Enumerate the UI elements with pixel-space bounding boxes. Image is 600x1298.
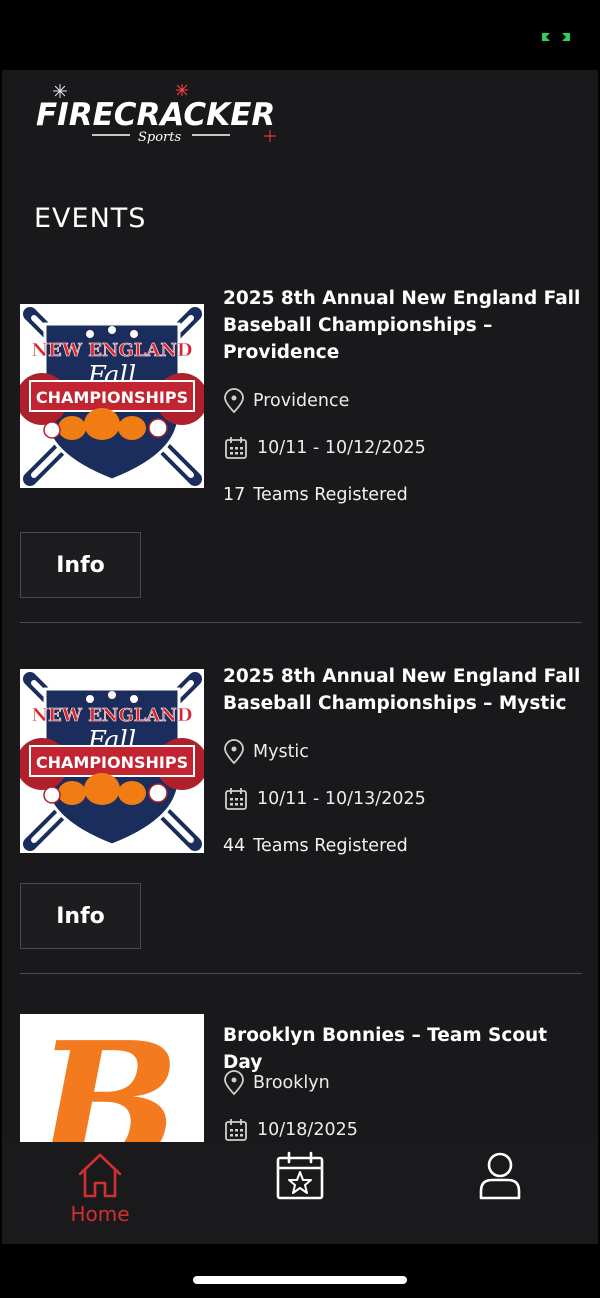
dates-text: 10/11 - 10/12/2025 [257,438,426,458]
svg-text:NEW ENGLAND: NEW ENGLAND [32,340,193,361]
event-dates: 10/18/2025 [223,1118,358,1142]
teams-label: Teams Registered [253,485,408,505]
calendar-icon [225,788,247,810]
teams-count: 17 [223,485,246,505]
nav-home[interactable]: Home [40,1150,160,1230]
event-location: Brooklyn [223,1070,330,1096]
dates-text: 10/18/2025 [257,1120,358,1140]
location-text: Providence [253,391,350,411]
event-title[interactable]: Brooklyn Bonnies – Team Scout Day [223,1022,583,1076]
event-location: Mystic [223,739,309,765]
page-title: EVENTS [34,203,147,234]
logo-graphic: FIRECRACKER Sports [36,84,276,145]
firecracker-logo[interactable]: FIRECRACKER Sports [32,80,302,150]
info-button[interactable]: Info [20,883,141,949]
svg-text:CHAMPIONSHIPS: CHAMPIONSHIPS [36,753,188,772]
battery-icon [542,33,570,41]
location-text: Brooklyn [253,1073,330,1093]
teams-count: 44 [223,836,246,856]
home-icon [78,1153,122,1198]
calendar-star-icon [276,1151,324,1200]
location-pin-icon [224,739,244,765]
info-button[interactable]: Info [20,532,141,598]
teams-registered: 17 Teams Registered [223,485,408,505]
location-pin-icon [224,388,244,414]
user-icon [479,1152,521,1200]
calendar-icon [225,1119,247,1141]
location-text: Mystic [253,742,309,762]
nav-events-calendar[interactable] [240,1150,360,1230]
home-indicator[interactable] [193,1276,407,1284]
nav-home-label: Home [70,1202,130,1226]
dates-text: 10/11 - 10/13/2025 [257,789,426,809]
new-england-fall-logo: NEW ENGLAND Fall CHAMPIONSHIPS [20,669,204,853]
location-pin-icon [224,1070,244,1096]
new-england-fall-logo: NEW ENGLAND Fall CHAMPIONSHIPS [20,304,204,488]
home-indicator-area [0,1244,600,1298]
teams-label: Teams Registered [253,836,408,856]
divider [20,622,582,623]
event-thumbnail[interactable]: NEW ENGLAND Fall CHAMPIONSHIPS [20,304,204,488]
event-dates: 10/11 - 10/12/2025 [223,436,426,460]
divider [20,973,582,974]
svg-text:CHAMPIONSHIPS: CHAMPIONSHIPS [36,388,188,407]
event-title[interactable]: 2025 8th Annual New England Fall Basebal… [223,285,583,366]
svg-text:NEW ENGLAND: NEW ENGLAND [32,705,193,726]
status-bar [0,0,600,70]
nav-profile[interactable] [440,1150,560,1230]
event-dates: 10/11 - 10/13/2025 [223,787,426,811]
event-location: Providence [223,388,349,414]
logo-sub-text: Sports [138,130,181,145]
logo-text-fire: FIRECRACKER [36,97,275,133]
event-thumbnail[interactable]: NEW ENGLAND Fall CHAMPIONSHIPS [20,669,204,853]
teams-registered: 44 Teams Registered [223,836,408,856]
app-screen: FIRECRACKER Sports EVENTS NEW ENGLAND Fa… [2,70,598,1244]
event-title[interactable]: 2025 8th Annual New England Fall Basebal… [223,663,583,717]
bottom-nav: Home [2,1142,598,1244]
calendar-icon [225,437,247,459]
